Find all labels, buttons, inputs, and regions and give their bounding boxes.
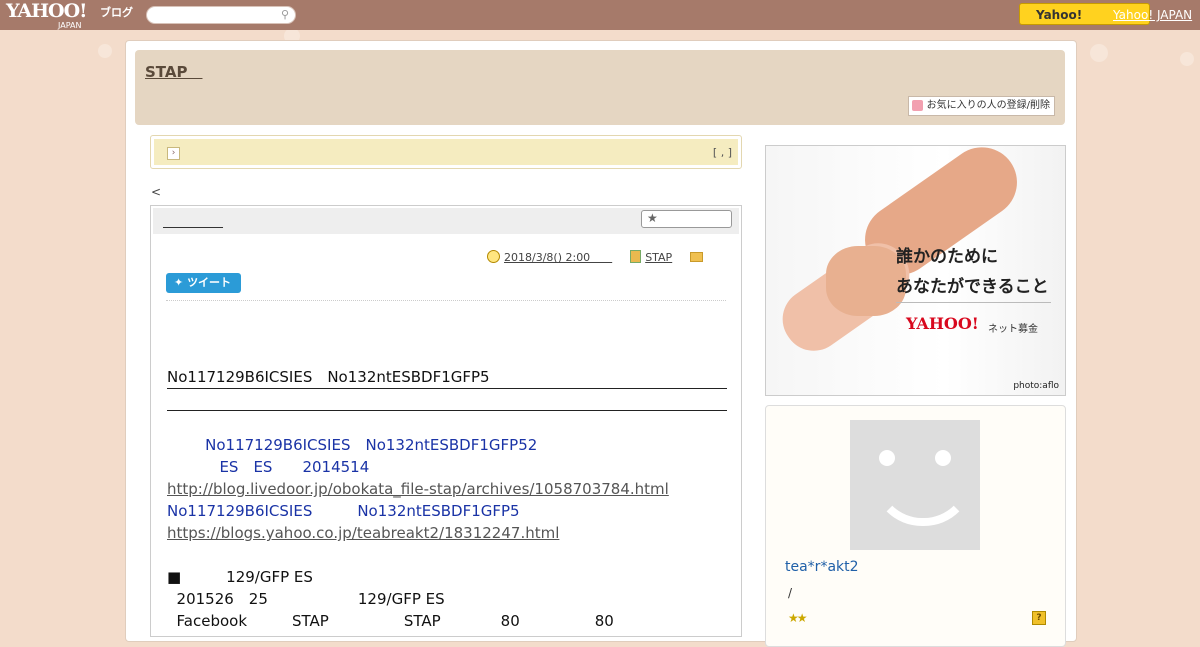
background-paw [1180, 52, 1194, 66]
ad-brand-sub: ネット募金 [988, 324, 1038, 335]
yahoo-button-label: Yahoo! [1036, 8, 1083, 22]
logo-blog-label[interactable]: ブログ [100, 4, 133, 20]
profile-box: tea*r*akt2 / ★★ ? [765, 405, 1066, 647]
rating-stars-icon: ★★ [788, 611, 807, 625]
avatar[interactable] [850, 420, 980, 550]
article: ★ 2018/3/8() 2:00 STAP ✦ ツイート No117129B6… [150, 205, 742, 637]
profile-name[interactable]: tea*r*akt2 [785, 559, 859, 575]
blue-text-line: No117129B6ICSIES No132ntESBDF1GFP52 [167, 436, 538, 454]
search-input[interactable]: ⚲ [146, 6, 296, 24]
ad-hand-image [826, 246, 906, 316]
livedoor-link[interactable]: http://blog.livedoor.jp/obokata_file-sta… [167, 480, 669, 498]
favorite-button-label: お気に入りの人の登録/削除 [926, 100, 1050, 111]
back-link[interactable]: < [151, 185, 161, 199]
top-bar: YAHOO! JAPAN ブログ ⚲ Yahoo! Yahoo! JAPAN [0, 0, 1200, 30]
star-icon: ★ [647, 211, 658, 225]
article-heading-line: No117129B6ICSIES No132ntESBDF1GFP5 [167, 366, 727, 389]
ad-credit: photo:aflo [1013, 381, 1059, 391]
ad-divider [896, 302, 1051, 303]
article-header: ★ [153, 208, 739, 234]
search-icon[interactable]: ⚲ [281, 8, 289, 21]
blue-text-line: No117129B6ICSIES No132ntESBDF1GFP5 [167, 502, 520, 520]
paragraph-line: Facebook STAP STAP 80 80 [167, 612, 614, 630]
profile-slash: / [788, 586, 793, 600]
tweet-label: ツイート [187, 276, 232, 289]
blog-title[interactable]: STAP [145, 61, 202, 82]
folder-icon[interactable] [690, 252, 704, 262]
article-date[interactable]: 2018/3/8() 2:00 [504, 251, 612, 264]
ad-brand-logo: YAHOO! [906, 314, 979, 333]
yahoo-japan-link[interactable]: Yahoo! JAPAN [1113, 8, 1192, 22]
heart-icon [911, 100, 923, 111]
notice-meta: [ , ] [712, 146, 732, 159]
help-icon[interactable]: ? [1032, 611, 1046, 625]
avatar-smile [872, 460, 974, 526]
paragraph-line: ■ 129/GFP ES [167, 568, 313, 586]
article-meta: 2018/3/8() 2:00 STAP [487, 249, 704, 265]
clock-icon [487, 250, 500, 263]
logo-sub: JAPAN [58, 21, 82, 30]
arrow-right-icon[interactable]: › [167, 147, 180, 160]
blog-header: STAP お気に入りの人の登録/削除 [135, 50, 1065, 125]
yahoo-logo[interactable]: YAHOO! JAPAN [6, 2, 87, 31]
paragraph-line: 201526 25 129/GFP ES [167, 590, 445, 608]
ad-line2: あなたができること [896, 277, 1049, 297]
article-category[interactable]: STAP [645, 251, 672, 264]
tweet-button[interactable]: ✦ ツイート [166, 273, 241, 293]
notice-inner: › [ , ] [154, 139, 738, 165]
favorite-star-button[interactable]: ★ [641, 210, 732, 228]
favorite-register-button[interactable]: お気に入りの人の登録/削除 [907, 96, 1055, 116]
blue-text-line: ES ES 2014514 [167, 458, 370, 476]
background-paw [1090, 44, 1108, 62]
article-body: No117129B6ICSIES No132ntESBDF1GFP5 No117… [167, 366, 727, 632]
dotted-divider [166, 300, 726, 301]
yahoo-blog-link[interactable]: https://blogs.yahoo.co.jp/teabreakt2/183… [167, 524, 559, 542]
book-icon [630, 250, 642, 263]
article-title[interactable] [163, 213, 223, 230]
background-paw [98, 44, 112, 58]
ad-line1: 誰かのために [896, 247, 998, 267]
notice-bar: › [ , ] [150, 135, 742, 169]
charity-ad-banner[interactable]: 誰かのために あなたができること YAHOO! ネット募金 photo:aflo [765, 145, 1066, 396]
twitter-bird-icon: ✦ [174, 276, 184, 289]
